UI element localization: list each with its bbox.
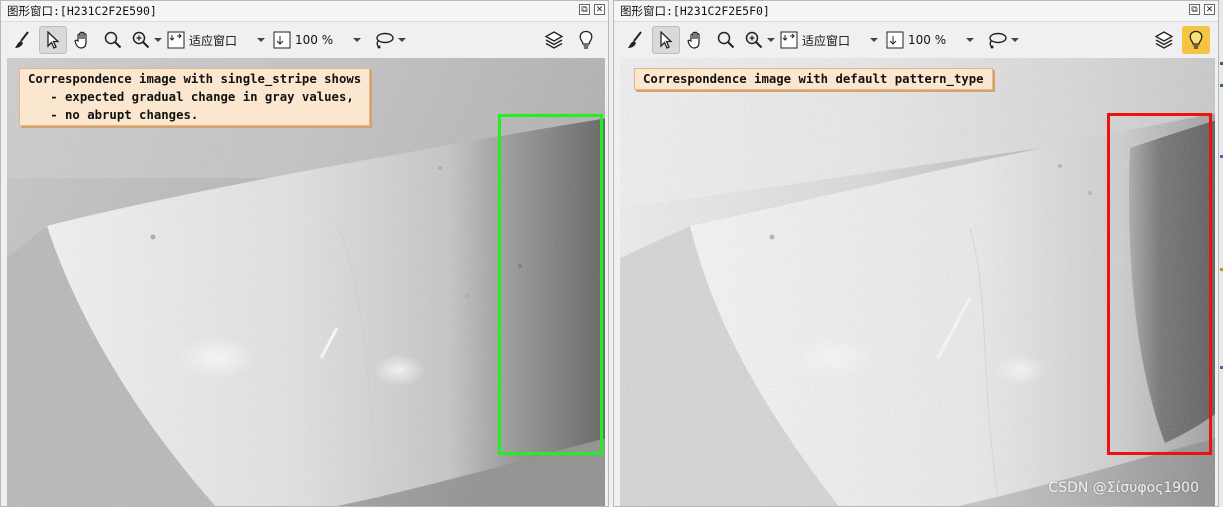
annotation-line: Correspondence image with default patter… bbox=[643, 72, 984, 86]
zoom-in-button[interactable] bbox=[742, 26, 778, 54]
window-toolbar: 适应窗口 100 % bbox=[1, 22, 608, 58]
pan-button[interactable] bbox=[682, 26, 710, 54]
annotation-line: - no abrupt changes. bbox=[28, 108, 199, 122]
watermark: CSDN @Σίσυφος1900 bbox=[1048, 480, 1199, 496]
lightbulb-icon bbox=[1189, 30, 1203, 49]
lightbulb-button[interactable] bbox=[1182, 26, 1210, 54]
pan-button[interactable] bbox=[69, 26, 97, 54]
fit-window-icon bbox=[780, 31, 798, 49]
annotation-box: Correspondence image with single_stripe … bbox=[19, 68, 371, 126]
restore-button[interactable]: ⧉ bbox=[579, 4, 590, 15]
layers-button[interactable] bbox=[1150, 26, 1178, 54]
region-of-interest bbox=[498, 114, 603, 455]
window-titlebar: 图形窗口:[H231C2F2E5F0] ⧉ ✕ bbox=[614, 1, 1218, 22]
chevron-down-icon bbox=[870, 38, 879, 42]
close-button[interactable]: ✕ bbox=[1204, 4, 1215, 15]
layers-icon bbox=[544, 31, 564, 49]
zoom-in-icon bbox=[745, 31, 763, 49]
hand-icon bbox=[687, 31, 700, 49]
restore-button[interactable]: ⧉ bbox=[1189, 4, 1200, 15]
layers-button[interactable] bbox=[540, 26, 568, 54]
lasso-icon bbox=[375, 32, 394, 49]
graphics-window-right: 图形窗口:[H231C2F2E5F0] ⧉ ✕ 适应窗口 100 % Corre… bbox=[613, 0, 1219, 507]
chevron-down-icon bbox=[767, 38, 775, 42]
chevron-down-icon bbox=[397, 38, 406, 42]
lasso-icon bbox=[988, 32, 1007, 49]
background-window-edge bbox=[1219, 0, 1223, 507]
window-title: 图形窗口:[H231C2F2E5F0] bbox=[620, 4, 770, 18]
lightbulb-button[interactable] bbox=[572, 26, 600, 54]
annotation-box: Correspondence image with default patter… bbox=[634, 68, 993, 90]
graphics-window-left: 图形窗口:[H231C2F2E590] ⧉ ✕ 适应窗口 100 % Corre… bbox=[0, 0, 609, 507]
image-viewport[interactable]: Correspondence image with single_stripe … bbox=[7, 58, 605, 506]
window-toolbar: 适应窗口 100 % bbox=[614, 22, 1218, 58]
chevron-down-icon bbox=[1010, 38, 1019, 42]
pointer-icon bbox=[47, 31, 60, 49]
zoom-icon bbox=[104, 31, 122, 49]
brush-button[interactable] bbox=[622, 26, 650, 54]
region-of-interest bbox=[1107, 113, 1212, 455]
draw-shape-button[interactable] bbox=[369, 26, 409, 54]
lightbulb-icon bbox=[579, 30, 593, 49]
zoom-level-label: 100 % bbox=[908, 33, 947, 47]
chevron-down-icon bbox=[154, 38, 162, 42]
chevron-down-icon bbox=[353, 38, 362, 42]
pointer-icon bbox=[660, 31, 673, 49]
zoom-icon bbox=[717, 31, 735, 49]
annotation-line: - expected gradual change in gray values… bbox=[28, 90, 354, 104]
window-title: 图形窗口:[H231C2F2E590] bbox=[7, 4, 157, 18]
zoom-level-select[interactable]: 100 % bbox=[273, 26, 362, 54]
annotation-line: Correspondence image with single_stripe … bbox=[28, 72, 362, 86]
zoom-in-icon bbox=[132, 31, 150, 49]
fit-window-select[interactable]: 适应窗口 bbox=[780, 26, 879, 54]
fit-window-label: 适应窗口 bbox=[189, 33, 238, 48]
draw-shape-button[interactable] bbox=[982, 26, 1022, 54]
zoom-level-select[interactable]: 100 % bbox=[886, 26, 975, 54]
image-viewport[interactable]: Correspondence image with default patter… bbox=[620, 58, 1215, 506]
pointer-button[interactable] bbox=[652, 26, 680, 54]
zoom-in-button[interactable] bbox=[129, 26, 165, 54]
brush-button[interactable] bbox=[9, 26, 37, 54]
zoom-level-icon bbox=[273, 31, 291, 49]
hand-icon bbox=[74, 31, 87, 49]
close-button[interactable]: ✕ bbox=[594, 4, 605, 15]
chevron-down-icon bbox=[257, 38, 266, 42]
fit-window-label: 适应窗口 bbox=[802, 33, 851, 48]
brush-icon bbox=[15, 31, 29, 48]
fit-window-icon bbox=[167, 31, 185, 49]
fit-window-select[interactable]: 适应窗口 bbox=[167, 26, 266, 54]
zoom-button[interactable] bbox=[99, 26, 127, 54]
brush-icon bbox=[628, 31, 642, 48]
pointer-button[interactable] bbox=[39, 26, 67, 54]
zoom-level-label: 100 % bbox=[295, 33, 334, 47]
zoom-button[interactable] bbox=[712, 26, 740, 54]
chevron-down-icon bbox=[966, 38, 975, 42]
window-titlebar: 图形窗口:[H231C2F2E590] ⧉ ✕ bbox=[1, 1, 608, 22]
zoom-level-icon bbox=[886, 31, 904, 49]
layers-icon bbox=[1154, 31, 1174, 49]
